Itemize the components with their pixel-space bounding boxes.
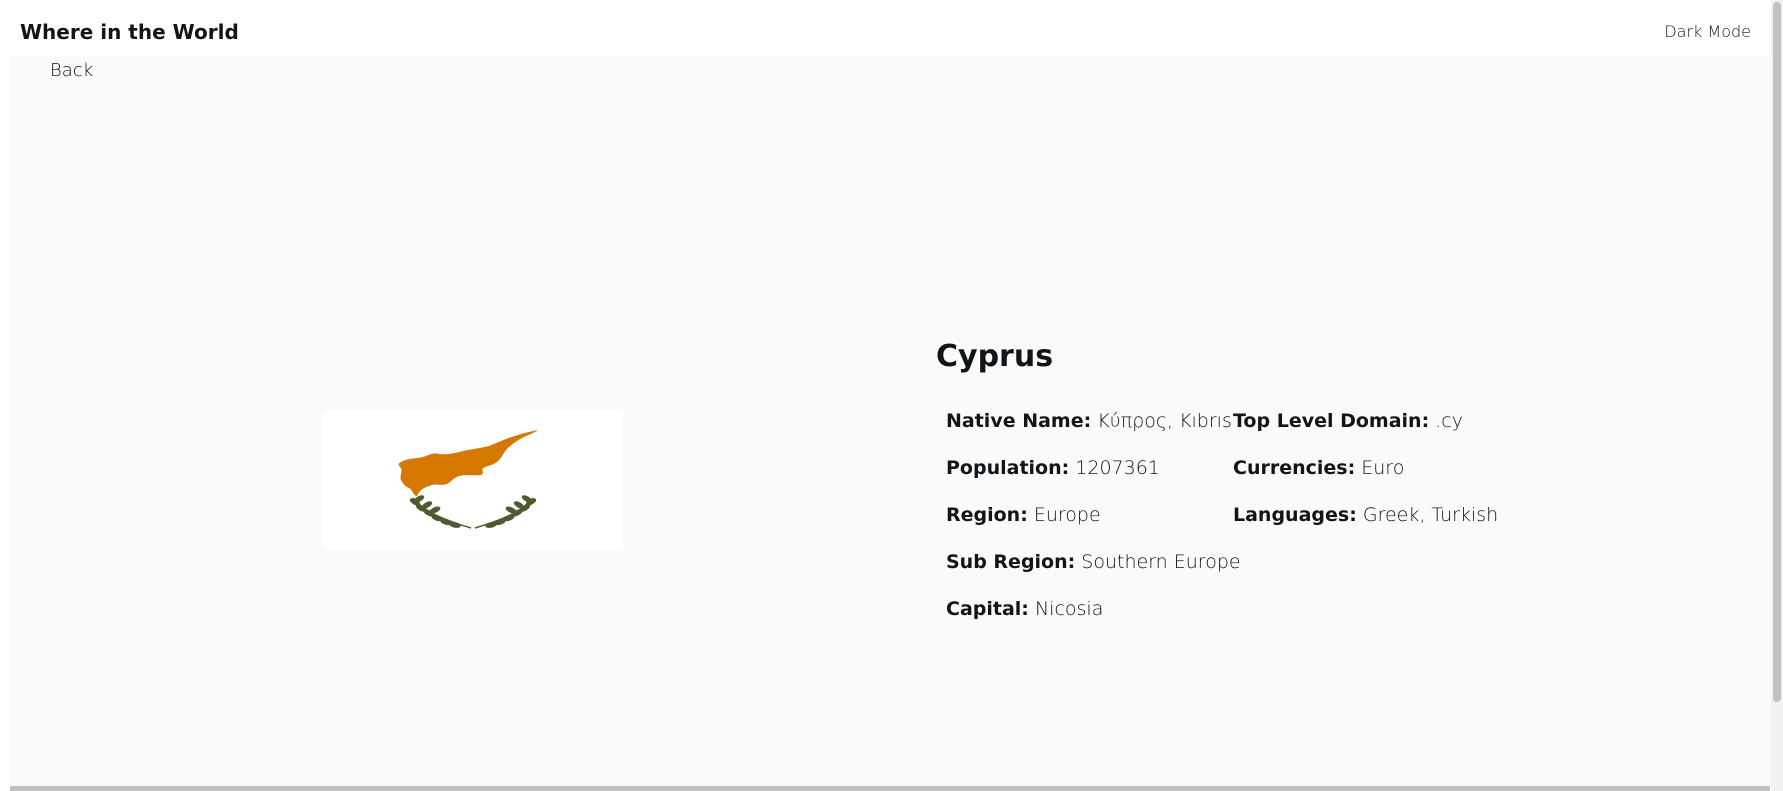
- population-value: 1207361: [1075, 457, 1160, 479]
- languages-value: Greek, Turkish: [1362, 504, 1499, 526]
- region-label: Region:: [946, 504, 1028, 526]
- native-name-value: Κύπρος, Kıbrıs: [1097, 410, 1232, 432]
- header: Where in the World Dark Mode: [0, 0, 1783, 56]
- population-label: Population:: [946, 457, 1070, 479]
- subregion-label: Sub Region:: [946, 551, 1076, 573]
- tld-row: Top Level Domain: .cy: [1233, 410, 1463, 432]
- capital-label: Capital:: [946, 598, 1029, 620]
- subregion-value: Southern Europe: [1081, 551, 1241, 573]
- capital-value: Nicosia: [1034, 598, 1104, 620]
- capital-row: Capital: Nicosia: [946, 598, 1103, 620]
- population-row: Population: 1207361: [946, 457, 1160, 479]
- vertical-scrollbar[interactable]: [1771, 0, 1783, 791]
- country-flag: [323, 410, 623, 550]
- currencies-label: Currencies:: [1233, 457, 1356, 479]
- subregion-row: Sub Region: Southern Europe: [946, 551, 1241, 573]
- region-row: Region: Europe: [946, 504, 1101, 526]
- tld-value: .cy: [1435, 410, 1463, 432]
- vertical-scroll-thumb[interactable]: [1773, 2, 1781, 702]
- app-title: Where in the World: [20, 20, 239, 44]
- native-name-label: Native Name:: [946, 410, 1092, 432]
- languages-row: Languages: Greek, Turkish: [1233, 504, 1498, 526]
- currencies-row: Currencies: Euro: [1233, 457, 1404, 479]
- cyprus-flag-image: [323, 410, 623, 550]
- dark-mode-toggle[interactable]: Dark Mode: [1664, 22, 1751, 41]
- native-name-row: Native Name: Κύπρος, Kıbrıs: [946, 410, 1232, 432]
- country-name: Cyprus: [936, 339, 1054, 374]
- currencies-value: Euro: [1361, 457, 1405, 479]
- horizontal-scrollbar[interactable]: [10, 786, 1770, 791]
- languages-label: Languages:: [1233, 504, 1357, 526]
- main-content: Back Cyprus Native Name: Κύπρος, Kıbrıs …: [10, 56, 1778, 786]
- tld-label: Top Level Domain:: [1233, 410, 1430, 432]
- region-value: Europe: [1033, 504, 1101, 526]
- back-button[interactable]: Back: [50, 60, 93, 81]
